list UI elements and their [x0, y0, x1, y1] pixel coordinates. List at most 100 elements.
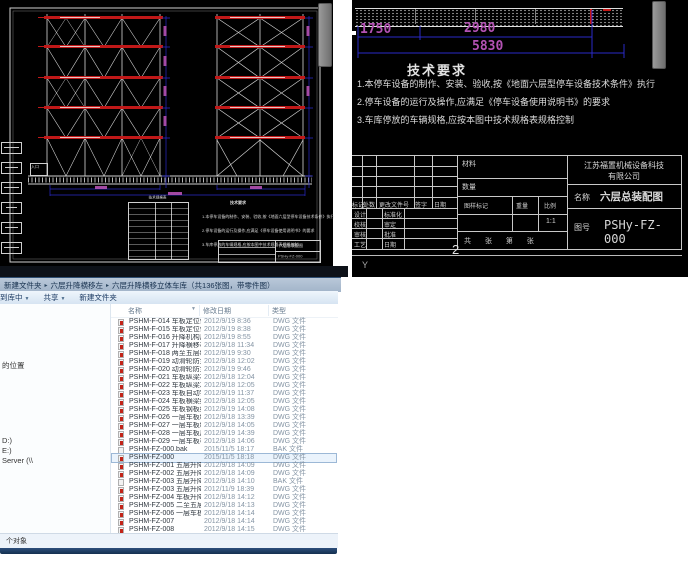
cad-viewer-left-window: 入口 技术规格表 技术要求 1.本停车设备的制作、安装、验收,按《地面六层型停车… [0, 0, 333, 270]
file-type: DWG 文件 [273, 494, 333, 502]
filter-arrow-icon[interactable]: ▼ [191, 306, 196, 312]
revision-box [1, 202, 22, 214]
weight-label: 重量 [516, 201, 528, 210]
file-date: 2012/9/19 9:30 [204, 350, 268, 358]
file-date: 2012/9/19 11:37 [204, 390, 268, 398]
file-row[interactable]: PSHM-FZ-004 车板升降横移库装配示...2012/9/18 14:12… [112, 494, 336, 502]
dwg-file-icon [118, 511, 124, 518]
mark-label: 图样标记 [464, 201, 488, 210]
file-date: 2015/11/5 18:17 [204, 446, 268, 454]
file-row[interactable]: PSHM-FZ-005 二至五层车板装配示意图2012/9/18 14:13DW… [112, 502, 336, 510]
right-cad-scrollbar[interactable] [652, 1, 666, 69]
sidebar-item[interactable]: Server (\\ [2, 456, 33, 465]
file-row[interactable]: PSHM-F-022 车板纵梁左组合图2012/9/18 12:05DWG 文件 [112, 382, 336, 390]
breadcrumb-item[interactable]: 新建文件夹 [4, 280, 42, 291]
toolbar-button-共享[interactable]: 共享▼ [43, 292, 65, 303]
file-row[interactable]: PSHM-F-029 一层车板横移轨道方管组...2012/9/18 14:06… [112, 438, 336, 446]
scale-label: 比例 [544, 201, 556, 210]
requirement-1: 1.本停车设备的制作、安装、验收,按《地面六层型停车设备技术条件》执行 [357, 77, 682, 90]
file-row[interactable]: PSHM-FZ-003 五层升降横移车库钢架...2012/11/9 18:39… [112, 486, 336, 494]
sidebar-item[interactable]: 的位置 [2, 360, 25, 371]
file-row[interactable]: PSHM-FZ-001 五层升降横移车库钢架...2012/9/18 14:09… [112, 462, 336, 470]
requirement-3: 3.车库停放的车辆规格,应按本图中技术规格表规格控制 [357, 113, 682, 126]
file-name: PSHM-FZ-000.bak [129, 446, 201, 454]
dwg-file-icon [118, 335, 124, 342]
bak-file-icon [118, 479, 124, 486]
dwg-file-icon [118, 463, 124, 470]
dim-2980: 2980 [464, 21, 495, 36]
sidebar-item[interactable]: E:) [2, 446, 12, 455]
file-row[interactable]: PSHM-F-014 车板定位停泊自动锁器锁头...2012/9/19 8:36… [112, 318, 336, 326]
dwg-file-icon [118, 351, 124, 358]
file-type: DWG 文件 [273, 382, 333, 390]
file-name: PSHM-F-015 车板定位停泊自动锁器锁头... [129, 326, 201, 334]
navigation-pane: 的位置 D:)E:)Server (\\ [0, 304, 111, 533]
toolbar-button-到库中[interactable]: 到库中▼ [0, 292, 29, 303]
role-label: 设计 [354, 210, 366, 219]
window-bottom-edge [0, 548, 337, 554]
column-headers: 名称 ▼ 修改日期 类型 [111, 304, 338, 318]
file-name: PSHM-F-024 车板横梁组合图 [129, 398, 201, 406]
file-type: DWG 文件 [273, 422, 333, 430]
file-date: 2012/9/19 8:38 [204, 326, 268, 334]
file-name: PSHM-F-028 一层车板后横梁挡车器组... [129, 430, 201, 438]
revision-box [1, 222, 22, 234]
file-type: DWG 文件 [273, 326, 333, 334]
file-name: PSHM-FZ-004 车板升降横移库装配示... [129, 494, 201, 502]
drawing-no-value: PSHy-FZ-000 [604, 218, 681, 246]
column-header-name[interactable]: 名称 [128, 306, 142, 316]
file-row[interactable]: PSHM-F-021 车板纵梁右组合图2012/9/18 12:04DWG 文件 [112, 374, 336, 382]
file-list-pane: 名称 ▼ 修改日期 类型 PSHM-F-014 车板定位停泊自动锁器锁头...2… [111, 304, 338, 533]
file-name: PSHM-FZ-000 [129, 454, 201, 462]
left-cad-scrollbar[interactable] [318, 3, 332, 67]
file-row[interactable]: PSHM-F-026 一层车板纵梁右组合图2012/9/18 13:39DWG … [112, 414, 336, 422]
file-row[interactable]: PSHM-F-028 一层车板后横梁挡车器组...2012/9/19 14:39… [112, 430, 336, 438]
file-type: DWG 文件 [273, 406, 333, 414]
file-row[interactable]: PSHM-F-024 车板横梁组合图2012/9/18 12:05DWG 文件 [112, 398, 336, 406]
file-type: BAK 文件 [273, 478, 333, 486]
file-name: PSHM-F-017 升降横移机构前横梁组合图 [129, 342, 201, 350]
file-type: DWG 文件 [273, 454, 333, 462]
file-row[interactable]: PSHM-F-015 车板定位停泊自动锁器锁头...2012/9/19 8:38… [112, 326, 336, 334]
dwg-file-icon [118, 431, 124, 438]
file-name: PSHM-F-020 动滑轮防尘罩连接器组合... [129, 366, 201, 374]
breadcrumb-item[interactable]: 六层升降横移左 [51, 280, 104, 291]
file-row[interactable]: PSHM-F-023 车板自动锁钩爪定位器组合图2012/9/19 11:37D… [112, 390, 336, 398]
role-label: 批准 [384, 230, 396, 239]
file-row[interactable]: PSHM-F-017 升降横移机构前横梁组合图2012/9/18 11:34DW… [112, 342, 336, 350]
file-type: DWG 文件 [273, 366, 333, 374]
file-row[interactable]: PSHM-F-019 动滑轮防尘罩连接器组合...2012/9/18 12:02… [112, 358, 336, 366]
breadcrumb-separator-icon: ▸ [45, 282, 48, 289]
file-name: PSHM-FZ-003 五层升降横移车库钢架... [129, 486, 201, 494]
file-row[interactable]: PSHM-FZ-0002015/11/5 18:18DWG 文件 [112, 454, 336, 462]
file-row[interactable]: PSHM-FZ-0072012/9/18 14:14DWG 文件 [112, 518, 336, 526]
file-row[interactable]: PSHM-F-018 两至五层纵梁组合图右2012/9/19 9:30DWG 文… [112, 350, 336, 358]
bak-file-icon [118, 447, 124, 454]
material-label: 材料 [462, 159, 476, 169]
file-row[interactable]: PSHM-F-016 升降机构后横梁组合图2012/9/19 8:55DWG 文… [112, 334, 336, 342]
role-label: 审核 [354, 230, 366, 239]
file-date: 2012/9/18 14:10 [204, 478, 268, 486]
dwg-file-icon [118, 503, 124, 510]
sidebar-item[interactable]: D:) [2, 436, 12, 445]
dwg-file-icon [118, 487, 124, 494]
dwg-file-icon [118, 471, 124, 478]
ucs-y-axis-label: Y [362, 260, 368, 270]
column-header-type[interactable]: 类型 [272, 306, 286, 316]
file-date: 2012/11/9 18:39 [204, 486, 268, 494]
file-row[interactable]: PSHM-FZ-003 五层升降横移车库钢架...2012/9/18 14:10… [112, 478, 336, 486]
column-header-date[interactable]: 修改日期 [203, 306, 231, 316]
breadcrumb-item[interactable]: 六层升降横移立体车库（共136张图，带零件图） [112, 280, 275, 291]
file-row[interactable]: PSHM-FZ-006 一层车板装配示意图2012/9/18 14:14DWG … [112, 510, 336, 518]
dwg-file-icon [118, 327, 124, 334]
file-date: 2012/9/19 9:46 [204, 366, 268, 374]
dimension-lines [352, 0, 688, 70]
file-row[interactable]: PSHM-FZ-0082012/9/18 14:15DWG 文件 [112, 526, 336, 533]
file-row[interactable]: PSHM-F-025 车板钢板组合图2012/9/19 14:08DWG 文件 [112, 406, 336, 414]
file-row[interactable]: PSHM-FZ-002 五层升降横移车库钢架...2012/9/18 14:09… [112, 470, 336, 478]
file-row[interactable]: PSHM-F-020 动滑轮防尘罩连接器组合...2012/9/19 9:46 D… [112, 366, 336, 374]
file-row[interactable]: PSHM-FZ-000.bak2015/11/5 18:17BAK 文件 [112, 446, 336, 454]
file-row[interactable]: PSHM-F-027 一层车板纵梁左组合图2012/9/18 14:05DWG … [112, 422, 336, 430]
file-date: 2012/9/18 14:14 [204, 518, 268, 526]
toolbar-button-新建文件夹[interactable]: 新建文件夹 [79, 292, 117, 303]
